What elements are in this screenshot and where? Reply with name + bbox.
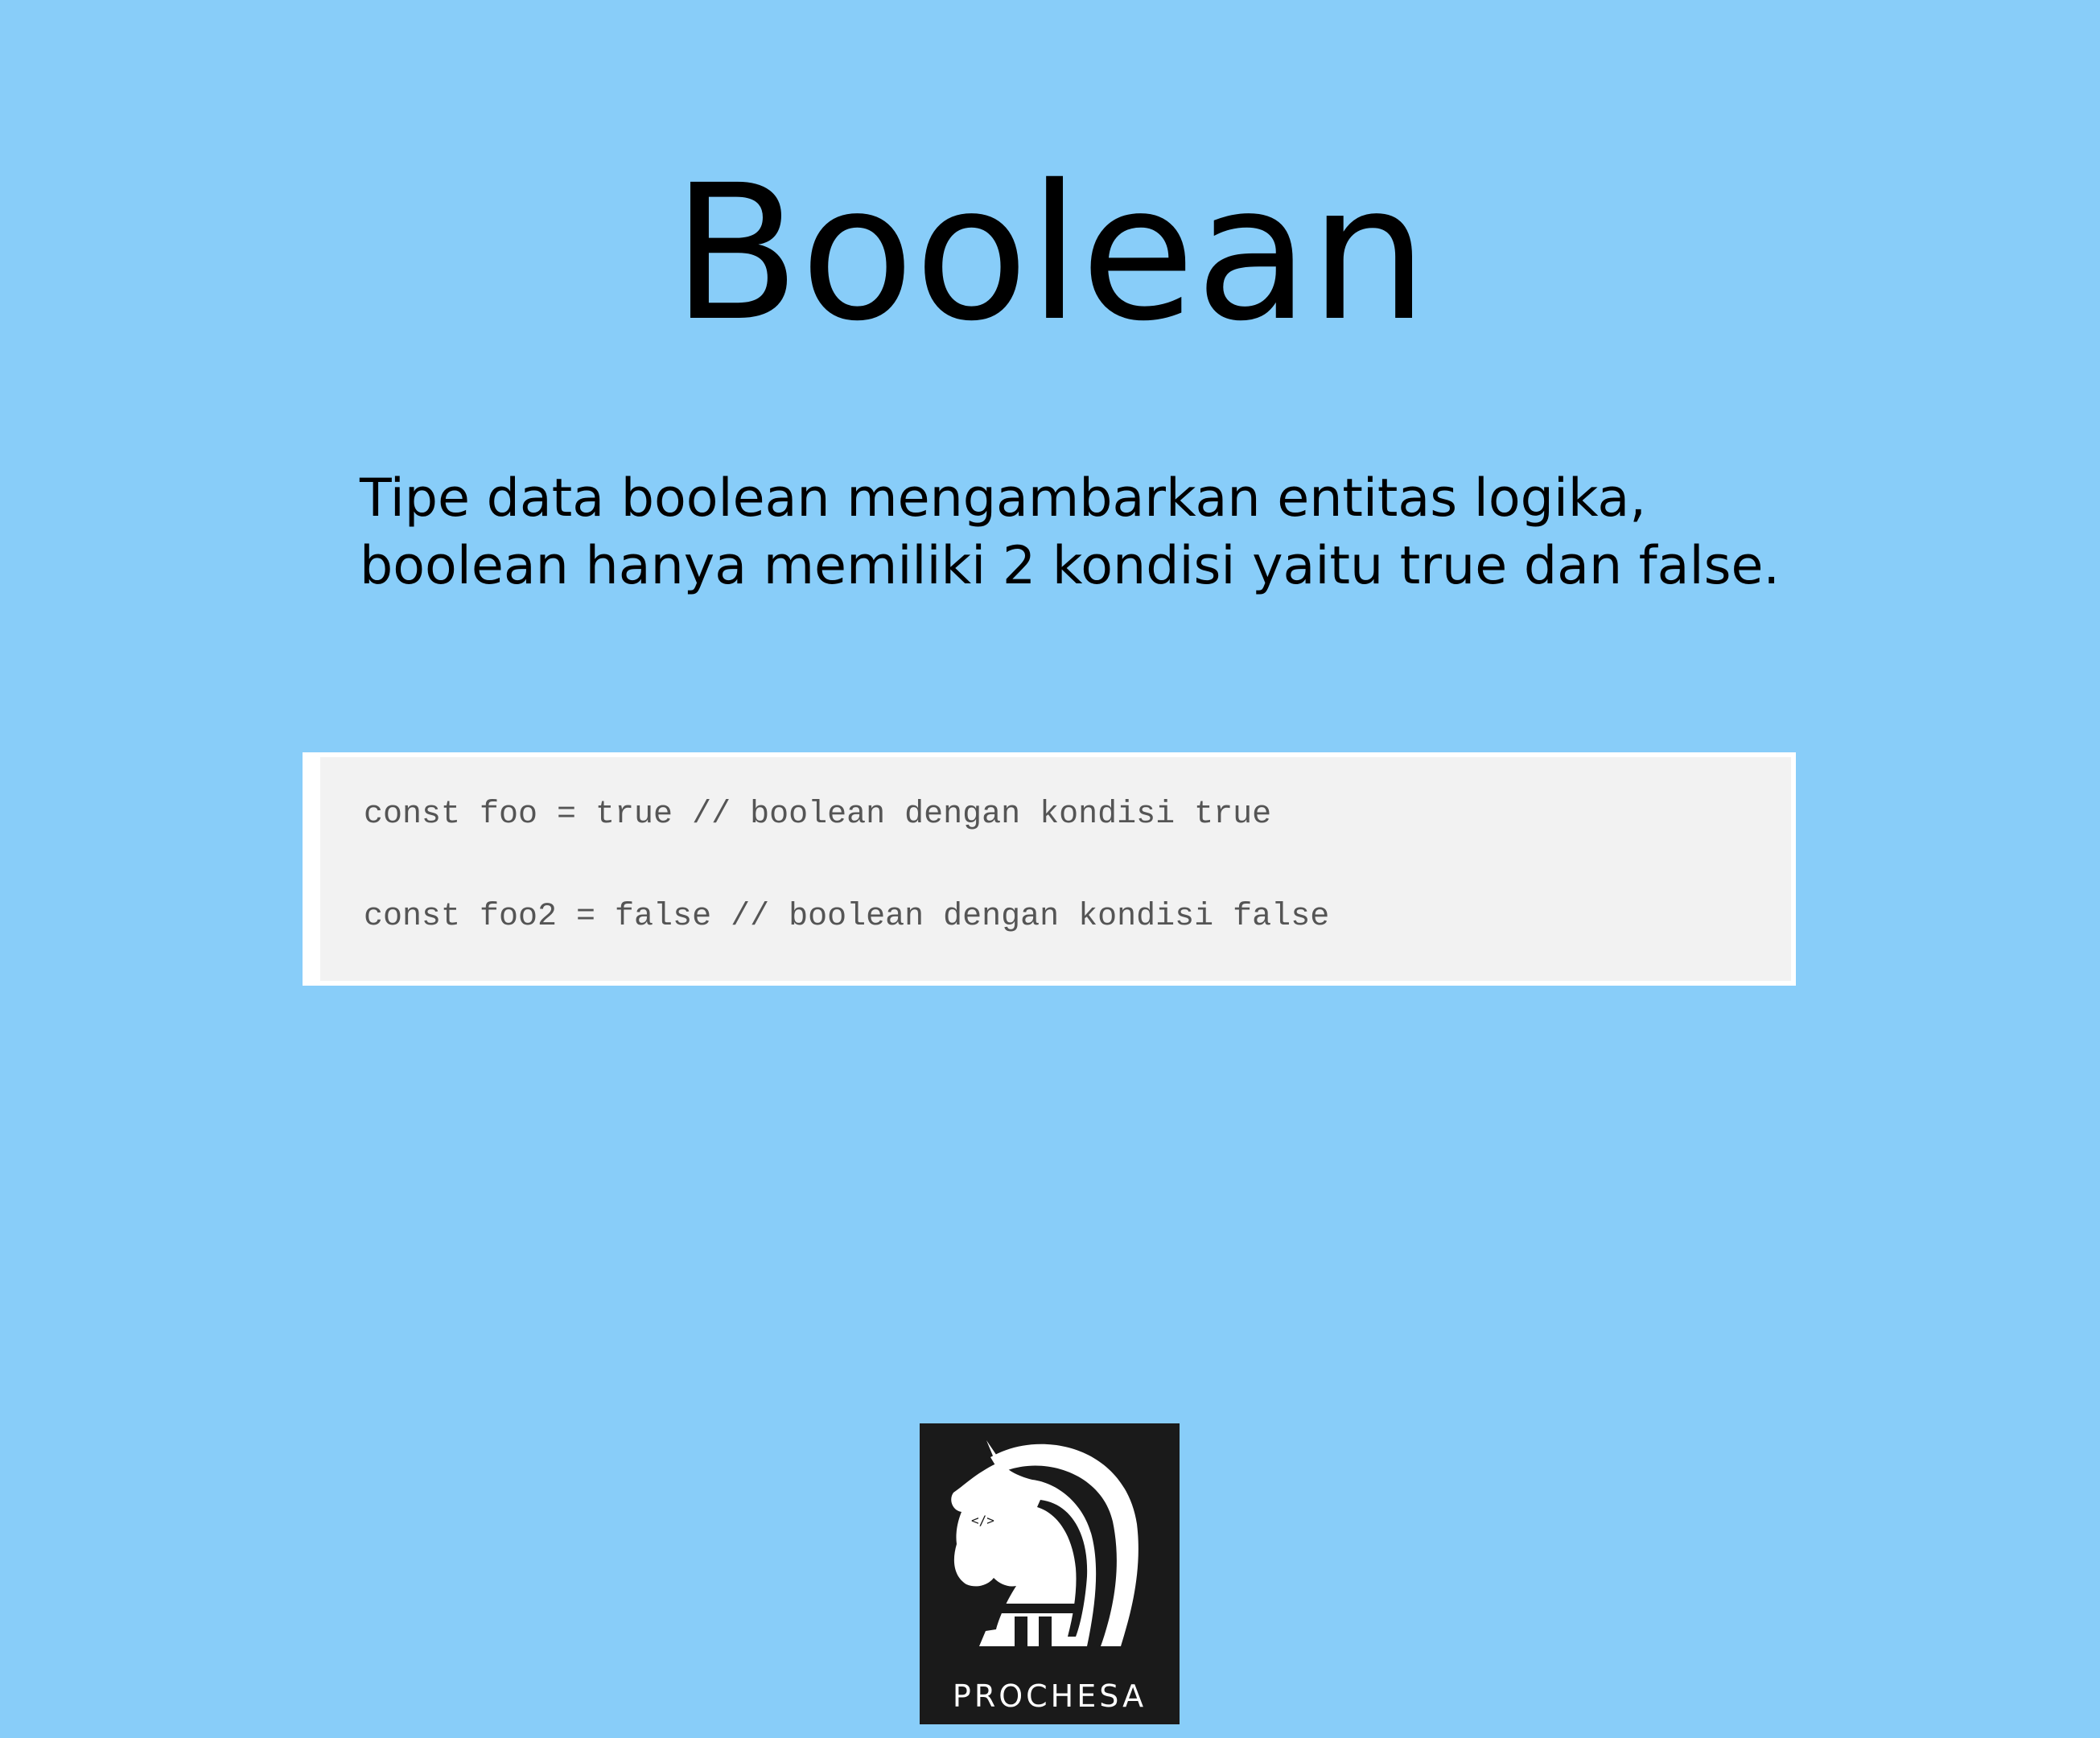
code-line-2: const foo2 = false // boolean dengan kon…	[364, 899, 1330, 935]
logo-eye-text: </>	[971, 1513, 994, 1528]
code-block: const foo = true // boolean dengan kondi…	[303, 752, 1796, 986]
logo-brand-text: PROCHESA	[953, 1678, 1147, 1714]
slide-description: Tipe data boolean mengambarkan entitas l…	[360, 465, 2009, 600]
knight-horse-icon: </> PROCHESA	[951, 1440, 1147, 1714]
slide-title: Boolean	[672, 145, 1428, 362]
code-block-body: const foo = true // boolean dengan kondi…	[320, 757, 1791, 981]
code-line-1: const foo = true // boolean dengan kondi…	[364, 797, 1272, 833]
prochesa-logo: </> PROCHESA	[920, 1423, 1180, 1724]
description-line-1: Tipe data boolean mengambarkan entitas l…	[360, 468, 1646, 529]
description-line-2: boolean hanya memiliki 2 kondisi yaitu t…	[360, 536, 1781, 596]
